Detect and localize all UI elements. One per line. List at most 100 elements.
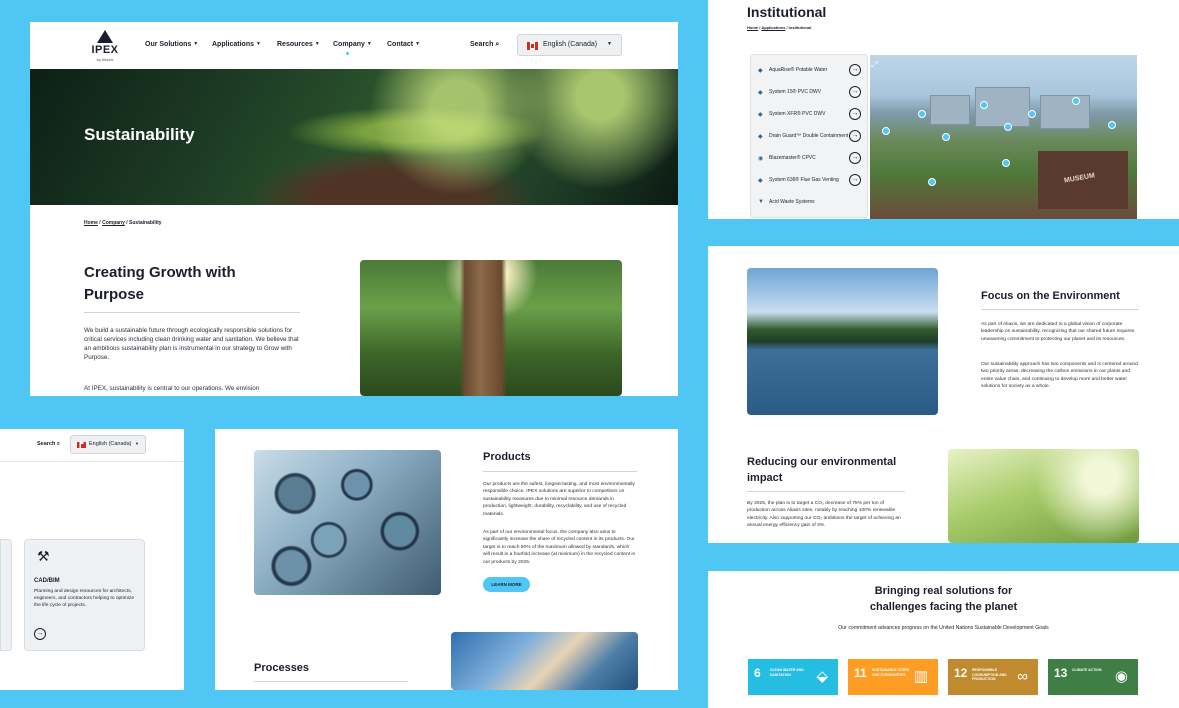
sdg-tile-11[interactable]: 11 SUSTAINABLE CITIES AND COMMUNITIES ▥ bbox=[848, 659, 938, 695]
language-selector[interactable]: English (Canada) ▼ bbox=[70, 435, 146, 454]
canada-flag-icon bbox=[527, 42, 538, 50]
nav-label: Company bbox=[333, 41, 365, 48]
products-page-panel: Products Our products are the safest, lo… bbox=[215, 429, 678, 690]
arrow-right-icon[interactable]: → bbox=[849, 174, 861, 186]
city-buildings-icon: ▥ bbox=[913, 668, 928, 685]
breadcrumb-applications[interactable]: Applications bbox=[761, 25, 785, 30]
card-description: Planning and design resources for archit… bbox=[34, 589, 135, 609]
section-heading: Creating Growth with Purpose bbox=[84, 264, 236, 303]
hotspot-marker[interactable] bbox=[1108, 121, 1116, 129]
intro-paragraph: We build a sustainable future through ec… bbox=[84, 327, 299, 361]
water-drop-icon: ◆ bbox=[758, 68, 763, 74]
hotspot-marker[interactable] bbox=[1072, 97, 1080, 105]
menu-item-acid-waste[interactable]: ▼ Acid Waste Systems bbox=[751, 192, 867, 212]
sdg-label: RESPONSIBLE CONSUMPTION AND PRODUCTION bbox=[972, 668, 1007, 681]
resources-page-panel: Search ⌕ English (Canada) ▼ ⚒ CAD/BIM Pl… bbox=[0, 429, 184, 690]
card-title: CAD/BIM bbox=[34, 578, 60, 584]
nav-label: Contact bbox=[387, 41, 414, 48]
products-paragraph-1: Our products are the safest, longest-las… bbox=[483, 482, 635, 517]
menu-item-label: System 636® Flue Gas Venting bbox=[769, 177, 839, 183]
ipex-logo[interactable]: IPEX by Aliaxis bbox=[82, 30, 128, 64]
menu-item-system-xfr[interactable]: ◆ System XFR® PVC DWV → bbox=[751, 104, 867, 124]
breadcrumb-current: Institutional bbox=[788, 25, 812, 30]
sdg-tile-6[interactable]: 6 CLEAN WATER AND SANITATION ⬙ bbox=[748, 659, 838, 695]
hotspot-marker[interactable] bbox=[1004, 123, 1012, 131]
pipe-icon: ◆ bbox=[758, 134, 763, 140]
language-label: English (Canada) bbox=[543, 41, 598, 48]
arrow-right-icon[interactable]: → bbox=[849, 86, 861, 98]
arrow-right-icon[interactable]: → bbox=[849, 130, 861, 142]
arrow-right-icon[interactable]: → bbox=[849, 152, 861, 164]
nav-applications[interactable]: Applications ▼ bbox=[212, 41, 261, 48]
breadcrumb-home[interactable]: Home bbox=[84, 220, 98, 226]
nav-contact[interactable]: Contact ▼ bbox=[387, 41, 420, 48]
menu-item-drain-guard[interactable]: ◆ Drain Guard™ Double Containment → bbox=[751, 126, 867, 146]
kayak-river-photo bbox=[747, 268, 938, 415]
campus-illustration: MUSEUM bbox=[870, 55, 1137, 219]
menu-item-system-636[interactable]: ◆ System 636® Flue Gas Venting → bbox=[751, 170, 867, 190]
menu-item-label: Blazemaster® CPVC bbox=[769, 155, 816, 161]
pipes-photo bbox=[254, 450, 441, 595]
sdg-label: CLIMATE ACTION bbox=[1072, 668, 1102, 672]
breadcrumb: Home / Applications / Institutional bbox=[747, 25, 812, 30]
cad-bim-card[interactable]: ⚒ CAD/BIM Planning and design resources … bbox=[24, 539, 145, 651]
nav-our-solutions[interactable]: Our Solutions ▼ bbox=[145, 41, 198, 48]
hotspot-marker[interactable] bbox=[942, 133, 950, 141]
learn-more-button[interactable]: LEARN MORE bbox=[483, 577, 530, 592]
arrow-right-icon[interactable]: → bbox=[34, 628, 46, 640]
hotspot-marker[interactable] bbox=[882, 127, 890, 135]
nav-company[interactable]: Company ▼ bbox=[333, 41, 372, 48]
hotspot-marker[interactable] bbox=[1002, 159, 1010, 167]
environment-paragraph-1: As part of Aliaxis, we are dedicated to … bbox=[981, 322, 1135, 342]
lab-workers-photo bbox=[451, 632, 638, 690]
chevron-down-icon: ▼ bbox=[607, 41, 612, 47]
menu-item-aquarise[interactable]: ◆ AquaRise® Potable Water → bbox=[751, 60, 867, 80]
sdg-tile-13[interactable]: 13 CLIMATE ACTION ◉ bbox=[1048, 659, 1138, 695]
sdg-tile-12[interactable]: 12 RESPONSIBLE CONSUMPTION AND PRODUCTIO… bbox=[948, 659, 1038, 695]
infinity-icon: ∞ bbox=[1017, 668, 1028, 685]
menu-item-system-15[interactable]: ◆ System 15® PVC DWV → bbox=[751, 82, 867, 102]
hotspot-marker[interactable] bbox=[1028, 110, 1036, 118]
fullscreen-icon[interactable]: ⤢ bbox=[871, 60, 877, 70]
breadcrumb-current: Sustainability bbox=[129, 220, 162, 226]
nav-label: Applications bbox=[212, 41, 255, 48]
chevron-down-icon: ▼ bbox=[135, 441, 139, 446]
search-icon: ⌕ bbox=[56, 441, 60, 447]
resource-card-partial[interactable] bbox=[0, 539, 12, 651]
canada-flag-icon bbox=[77, 442, 86, 448]
seedling-hand-photo bbox=[948, 449, 1139, 543]
building-shape bbox=[1040, 95, 1090, 129]
search-button[interactable]: Search ⌕ bbox=[37, 441, 60, 448]
top-navbar: IPEX by Aliaxis Our Solutions ▼ Applicati… bbox=[30, 22, 678, 69]
pipe-icon: ◆ bbox=[758, 90, 763, 96]
breadcrumb-company[interactable]: Company bbox=[102, 220, 125, 226]
chevron-down-icon: ▼ bbox=[256, 41, 261, 47]
breadcrumb-home[interactable]: Home bbox=[747, 25, 758, 30]
hotspot-marker[interactable] bbox=[928, 178, 936, 186]
sdg-number: 6 bbox=[754, 666, 761, 680]
section-heading: Reducing our environmental impact bbox=[747, 456, 897, 484]
search-button[interactable]: Search ⌕ bbox=[470, 41, 499, 49]
heading-divider bbox=[254, 681, 408, 682]
section-heading: Focus on the Environment bbox=[981, 290, 1120, 302]
product-system-menu: ◆ AquaRise® Potable Water → ◆ System 15® PV… bbox=[750, 54, 868, 218]
sdg-number: 13 bbox=[1054, 666, 1068, 680]
logo-triangle-icon bbox=[97, 30, 113, 43]
logo-subtext: by Aliaxis bbox=[96, 57, 114, 62]
arrow-right-icon[interactable]: → bbox=[849, 64, 861, 76]
search-icon: ⌕ bbox=[495, 41, 500, 48]
institutional-page-panel: Institutional Home / Applications / Inst… bbox=[708, 0, 1179, 219]
nav-resources[interactable]: Resources ▼ bbox=[277, 41, 320, 48]
active-nav-indicator bbox=[346, 52, 349, 55]
hotspot-marker[interactable] bbox=[918, 110, 926, 118]
hotspot-marker[interactable] bbox=[980, 101, 988, 109]
nav-label: Resources bbox=[277, 41, 313, 48]
arrow-right-icon[interactable]: → bbox=[849, 108, 861, 120]
section-heading: Processes bbox=[254, 662, 310, 674]
products-paragraph-2: As part of our environmental focus, the … bbox=[483, 530, 636, 565]
menu-item-label: AquaRise® Potable Water bbox=[769, 67, 828, 73]
chevron-down-icon: ▼ bbox=[366, 41, 372, 47]
menu-item-blazemaster[interactable]: ◉ Blazemaster® CPVC → bbox=[751, 148, 867, 168]
forest-tree-photo bbox=[360, 260, 622, 396]
language-selector[interactable]: English (Canada) ▼ bbox=[517, 34, 622, 56]
